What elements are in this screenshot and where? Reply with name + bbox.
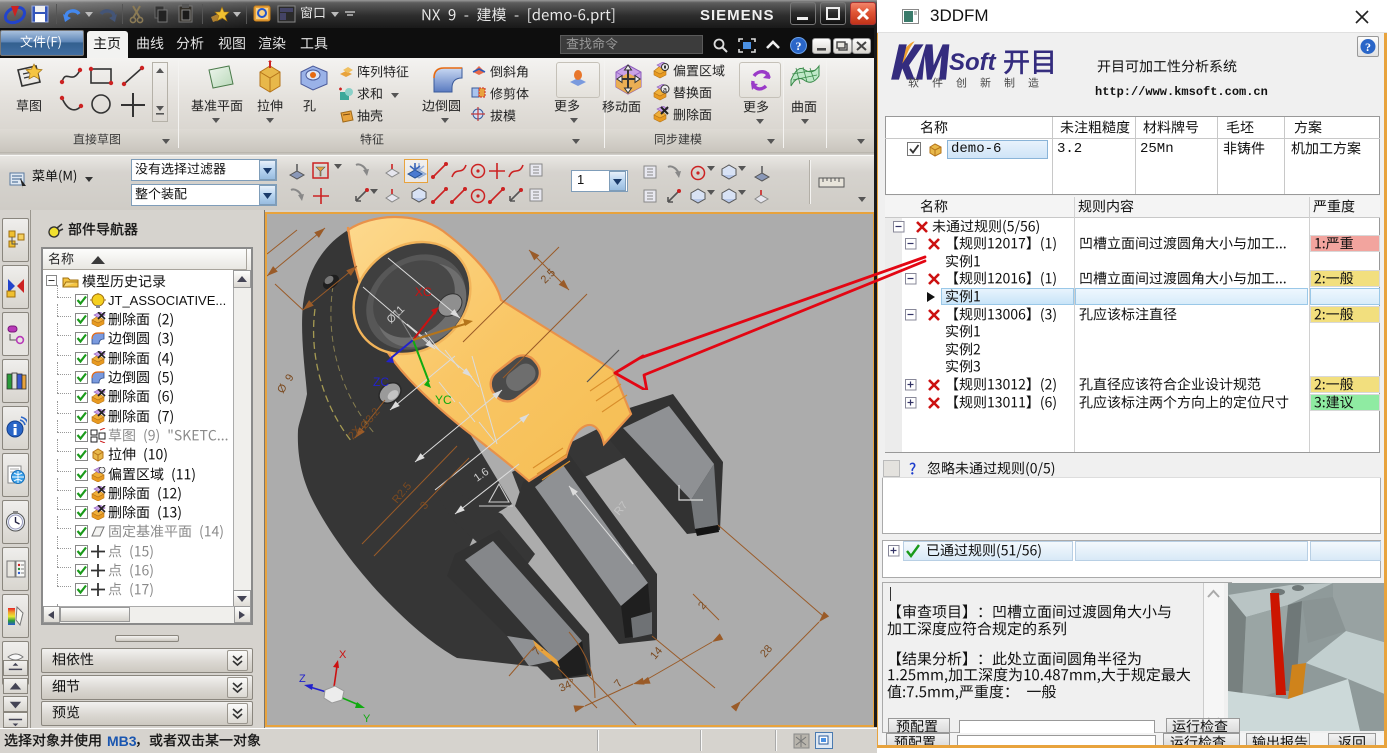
svg-text:R7: R7 bbox=[612, 499, 630, 517]
svg-text:28: 28 bbox=[758, 643, 775, 660]
svg-text:a: a bbox=[663, 87, 667, 94]
svg-text:ZC: ZC bbox=[373, 375, 389, 389]
svg-text:Ø: Ø bbox=[275, 382, 290, 396]
svg-text:34°: 34° bbox=[557, 677, 577, 695]
svg-text:14: 14 bbox=[648, 645, 665, 662]
svg-text:9: 9 bbox=[283, 372, 296, 383]
svg-text:XC: XC bbox=[415, 285, 432, 299]
svg-text:Y: Y bbox=[363, 713, 371, 725]
svg-text:2.5: 2.5 bbox=[539, 267, 558, 286]
svg-text:X: X bbox=[339, 649, 347, 661]
svg-text:Z: Z bbox=[299, 673, 306, 685]
svg-text:YC: YC bbox=[435, 393, 452, 407]
svg-text:?: ? bbox=[796, 39, 802, 53]
svg-text:?: ? bbox=[1365, 40, 1371, 54]
svg-text:2: 2 bbox=[696, 600, 709, 612]
